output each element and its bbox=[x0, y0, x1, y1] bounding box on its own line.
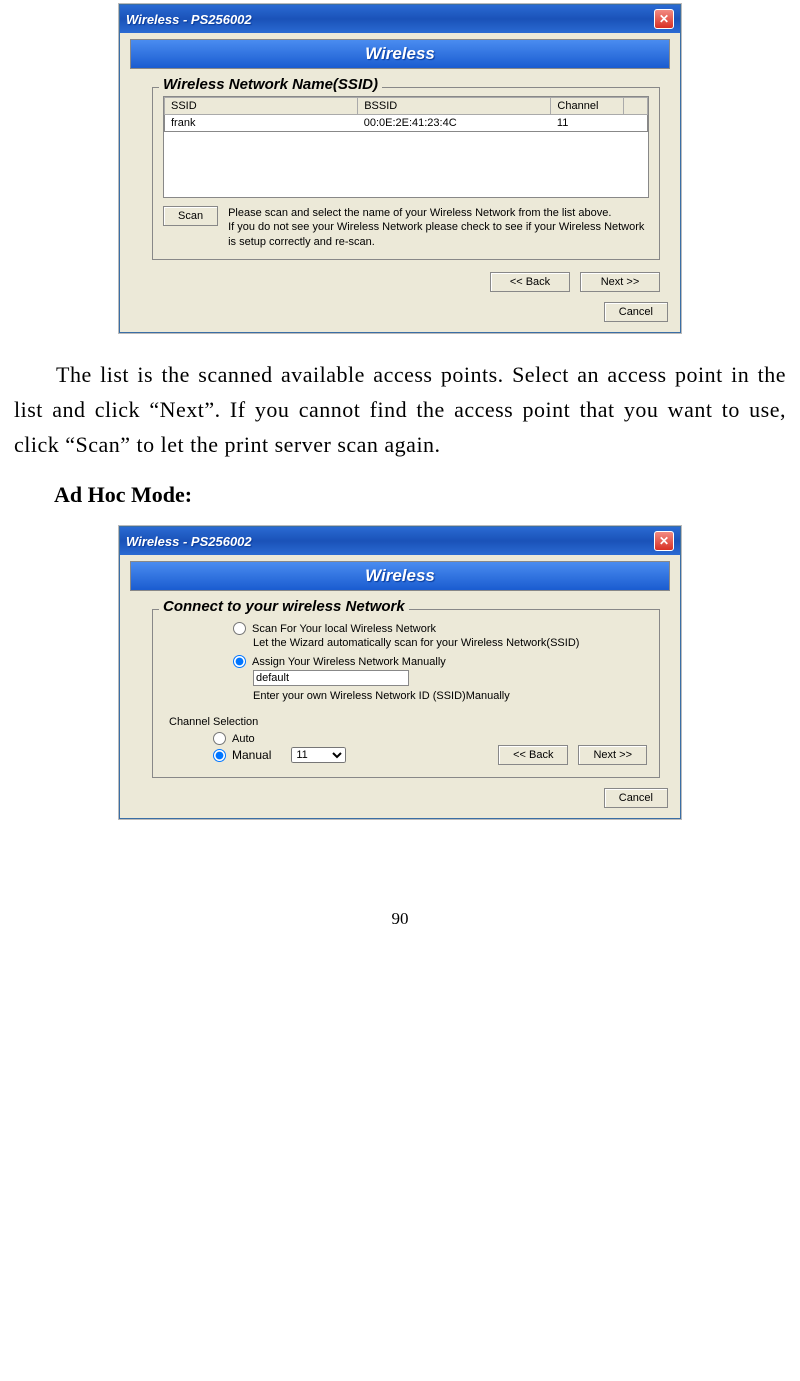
help-text-2: If you do not see your Wireless Network … bbox=[228, 221, 644, 247]
groupbox-title: Connect to your wireless Network bbox=[159, 598, 409, 615]
close-icon[interactable]: ✕ bbox=[654, 9, 674, 29]
cancel-button[interactable]: Cancel bbox=[604, 788, 668, 808]
radio-channel-auto[interactable] bbox=[213, 732, 226, 745]
titlebar: Wireless - PS256002 ✕ bbox=[120, 527, 680, 555]
next-button[interactable]: Next >> bbox=[580, 272, 660, 292]
help-text: Please scan and select the name of your … bbox=[228, 206, 649, 249]
next-button[interactable]: Next >> bbox=[578, 745, 647, 765]
wireless-banner: Wireless bbox=[130, 39, 670, 69]
col-channel[interactable]: Channel bbox=[551, 98, 623, 115]
groupbox-title: Wireless Network Name(SSID) bbox=[159, 76, 382, 93]
back-button[interactable]: << Back bbox=[490, 272, 570, 292]
body-paragraph: The list is the scanned available access… bbox=[14, 357, 786, 463]
back-button[interactable]: << Back bbox=[498, 745, 568, 765]
radio-manual[interactable] bbox=[233, 655, 246, 668]
dialog-wireless-ssid: Wireless - PS256002 ✕ Wireless Wireless … bbox=[119, 4, 681, 333]
ssid-input[interactable] bbox=[253, 670, 409, 686]
col-spacer bbox=[623, 98, 647, 115]
dialog-wireless-connect: Wireless - PS256002 ✕ Wireless Connect t… bbox=[119, 526, 681, 819]
manual-subtext: Enter your own Wireless Network ID (SSID… bbox=[253, 690, 649, 702]
adhoc-heading: Ad Hoc Mode: bbox=[54, 482, 786, 508]
cell-bssid: 00:0E:2E:41:23:4C bbox=[358, 115, 551, 132]
close-icon[interactable]: ✕ bbox=[654, 531, 674, 551]
window-title: Wireless - PS256002 bbox=[126, 12, 252, 27]
radio-scan[interactable] bbox=[233, 622, 246, 635]
scan-subtext: Let the Wizard automatically scan for yo… bbox=[253, 637, 649, 649]
help-text-1: Please scan and select the name of your … bbox=[228, 207, 611, 219]
channel-auto-label: Auto bbox=[232, 733, 255, 745]
channel-select[interactable]: 11 bbox=[291, 747, 346, 763]
network-table[interactable]: SSID BSSID Channel frank 00:0E:2E:41:23:… bbox=[163, 96, 649, 198]
page-number: 90 bbox=[0, 909, 800, 929]
scan-button[interactable]: Scan bbox=[163, 206, 218, 226]
radio-channel-manual[interactable] bbox=[213, 749, 226, 762]
table-row[interactable]: frank 00:0E:2E:41:23:4C 11 bbox=[165, 115, 648, 132]
channel-manual-label: Manual bbox=[232, 748, 271, 762]
connect-groupbox: Connect to your wireless Network Scan Fo… bbox=[152, 609, 660, 778]
window-title: Wireless - PS256002 bbox=[126, 534, 252, 549]
cell-ssid: frank bbox=[165, 115, 358, 132]
cell-channel: 11 bbox=[551, 115, 623, 132]
wireless-banner: Wireless bbox=[130, 561, 670, 591]
ssid-groupbox: Wireless Network Name(SSID) SSID BSSID C… bbox=[152, 87, 660, 260]
radio-scan-label: Scan For Your local Wireless Network bbox=[252, 623, 436, 635]
col-ssid[interactable]: SSID bbox=[165, 98, 358, 115]
titlebar: Wireless - PS256002 ✕ bbox=[120, 5, 680, 33]
channel-section-label: Channel Selection bbox=[169, 716, 649, 728]
cancel-button[interactable]: Cancel bbox=[604, 302, 668, 322]
col-bssid[interactable]: BSSID bbox=[358, 98, 551, 115]
radio-manual-label: Assign Your Wireless Network Manually bbox=[252, 656, 446, 668]
